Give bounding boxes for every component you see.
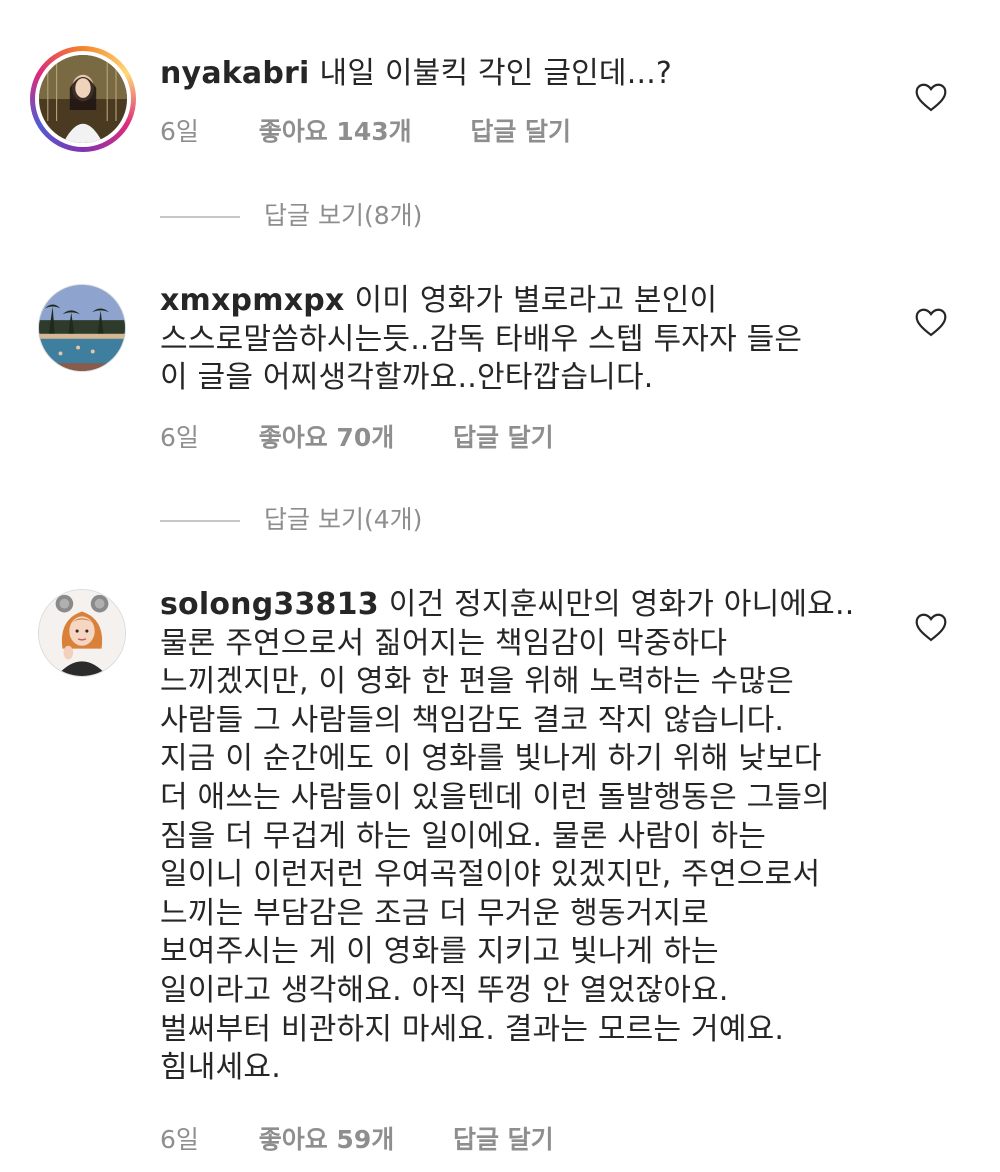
view-replies-button[interactable]: 답글 보기(4개) xyxy=(160,500,422,536)
avatar[interactable] xyxy=(30,46,136,152)
likes-count[interactable]: 좋아요 59개 xyxy=(259,1120,395,1156)
comment-text: solong33813 이건 정지훈씨만의 영화가 아니에요.. 물론 주연으로서… xyxy=(160,586,890,1088)
comment-body-line: 물론 주연으로서 짊어지는 책임감이 막중하다 xyxy=(160,625,728,661)
reply-button[interactable]: 답글 달기 xyxy=(453,1120,554,1156)
user-avatar-icon xyxy=(39,285,125,371)
comment-body-line: 힘내세요. xyxy=(160,1050,281,1086)
comment-meta: 6일 좋아요 59개 답글 달기 xyxy=(160,1120,554,1156)
comment-body-line: 이건 정지훈씨만의 영화가 아니에요.. xyxy=(388,587,855,622)
likes-count[interactable]: 좋아요 143개 xyxy=(259,112,412,148)
comment-body-line: 더 애쓰는 사람들이 있을텐데 이런 돌발행동은 그들의 xyxy=(160,779,831,815)
divider-line xyxy=(160,520,240,522)
comment-body-line: 짐을 더 무겁게 하는 일이에요. 물론 사람이 하는 xyxy=(160,818,767,854)
heart-outline-icon[interactable] xyxy=(914,82,948,112)
comment-username[interactable]: xmxpmxpx xyxy=(160,283,344,318)
comment-body-line: 벌써부터 비관하지 마세요. 결과는 모르는 거예요. xyxy=(160,1011,785,1047)
comment-body-line: 지금 이 순간에도 이 영화를 빛나게 하기 위해 낮보다 xyxy=(160,741,822,777)
avatar[interactable] xyxy=(38,589,126,677)
reply-button[interactable]: 답글 달기 xyxy=(453,418,554,454)
view-replies-label: 답글 보기(4개) xyxy=(264,505,423,534)
user-avatar-icon xyxy=(39,55,127,143)
divider-line xyxy=(160,216,240,218)
user-avatar-icon xyxy=(39,590,125,676)
comment-time: 6일 xyxy=(160,423,199,452)
comment-body-line: 느끼겠지만, 이 영화 한 편을 위해 노력하는 수많은 xyxy=(160,664,794,700)
comment-body-line: 일이라고 생각해요. 아직 뚜껑 안 열었잖아요. xyxy=(160,972,729,1008)
avatar[interactable] xyxy=(38,284,126,372)
comment-body-line: 느끼는 부담감은 조금 더 무거운 행동거지로 xyxy=(160,895,710,931)
heart-outline-icon[interactable] xyxy=(914,307,948,337)
likes-count[interactable]: 좋아요 70개 xyxy=(259,418,395,454)
comment-body-line: 이미 영화가 별로라고 본인이 xyxy=(354,283,718,318)
comment-body-line: 스스로말씀하시는듯..감독 타배우 스텝 투자자 들은 xyxy=(160,321,803,357)
reply-button[interactable]: 답글 달기 xyxy=(470,112,571,148)
view-replies-label: 답글 보기(8개) xyxy=(264,201,423,230)
comment-username[interactable]: nyakabri xyxy=(160,56,310,91)
comment-time: 6일 xyxy=(160,1125,199,1154)
comment-username[interactable]: solong33813 xyxy=(160,587,379,622)
comment-text: xmxpmxpx 이미 영화가 별로라고 본인이 스스로말씀하시는듯..감독 타배… xyxy=(160,282,890,398)
comment-meta: 6일 좋아요 70개 답글 달기 xyxy=(160,418,554,454)
comment-body-line: 일이니 이런저런 우여곡절이야 있겠지만, 주연으로서 xyxy=(160,857,821,893)
comment-body-line: 사람들 그 사람들의 책임감도 결코 작지 않습니다. xyxy=(160,702,785,738)
comment-meta: 6일 좋아요 143개 답글 달기 xyxy=(160,112,571,148)
comment-body-line: 이 글을 어찌생각할까요..안타깝습니다. xyxy=(160,360,654,396)
view-replies-button[interactable]: 답글 보기(8개) xyxy=(160,196,422,232)
comment-body-line: 보여주시는 게 이 영화를 지키고 빛나게 하는 xyxy=(160,934,719,970)
comment-body: 내일 이불킥 각인 글인데...? xyxy=(319,56,673,91)
comment-time: 6일 xyxy=(160,117,199,146)
heart-outline-icon[interactable] xyxy=(914,612,948,642)
comment-text: nyakabri 내일 이불킥 각인 글인데...? xyxy=(160,55,890,94)
